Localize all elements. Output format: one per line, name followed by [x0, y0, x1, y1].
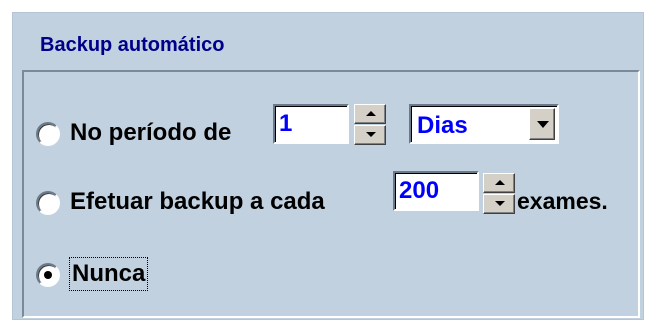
period-unit-select[interactable]: Dias — [409, 104, 559, 144]
exams-value-input[interactable]: 200 — [393, 171, 479, 211]
exams-spin-up-button[interactable] — [483, 173, 515, 193]
radio-exams[interactable] — [36, 191, 60, 215]
arrow-up-icon — [366, 111, 376, 116]
radio-selected-dot — [44, 271, 52, 279]
exams-spinner — [483, 173, 515, 215]
period-spin-up-button[interactable] — [354, 104, 386, 124]
exams-label: Efetuar backup a cada — [70, 188, 325, 215]
period-spinner — [354, 104, 386, 146]
period-label: No período de — [70, 119, 232, 146]
exams-spin-down-button[interactable] — [483, 194, 515, 214]
exams-suffix: exames. — [517, 188, 608, 214]
period-unit-value: Dias — [417, 112, 468, 139]
period-unit-dropdown-button[interactable] — [529, 108, 555, 140]
radio-period[interactable] — [36, 122, 60, 146]
never-label: Nunca — [68, 257, 149, 291]
backup-settings-panel: Backup automático No período de 1 Dias E… — [12, 12, 644, 320]
arrow-down-icon — [366, 132, 376, 137]
arrow-down-icon — [495, 201, 505, 206]
period-spin-down-button[interactable] — [354, 125, 386, 145]
arrow-up-icon — [495, 180, 505, 185]
chevron-down-icon — [537, 121, 549, 128]
period-value-input[interactable]: 1 — [273, 104, 349, 144]
group-title: Backup automático — [40, 34, 225, 56]
radio-never[interactable] — [36, 263, 60, 287]
